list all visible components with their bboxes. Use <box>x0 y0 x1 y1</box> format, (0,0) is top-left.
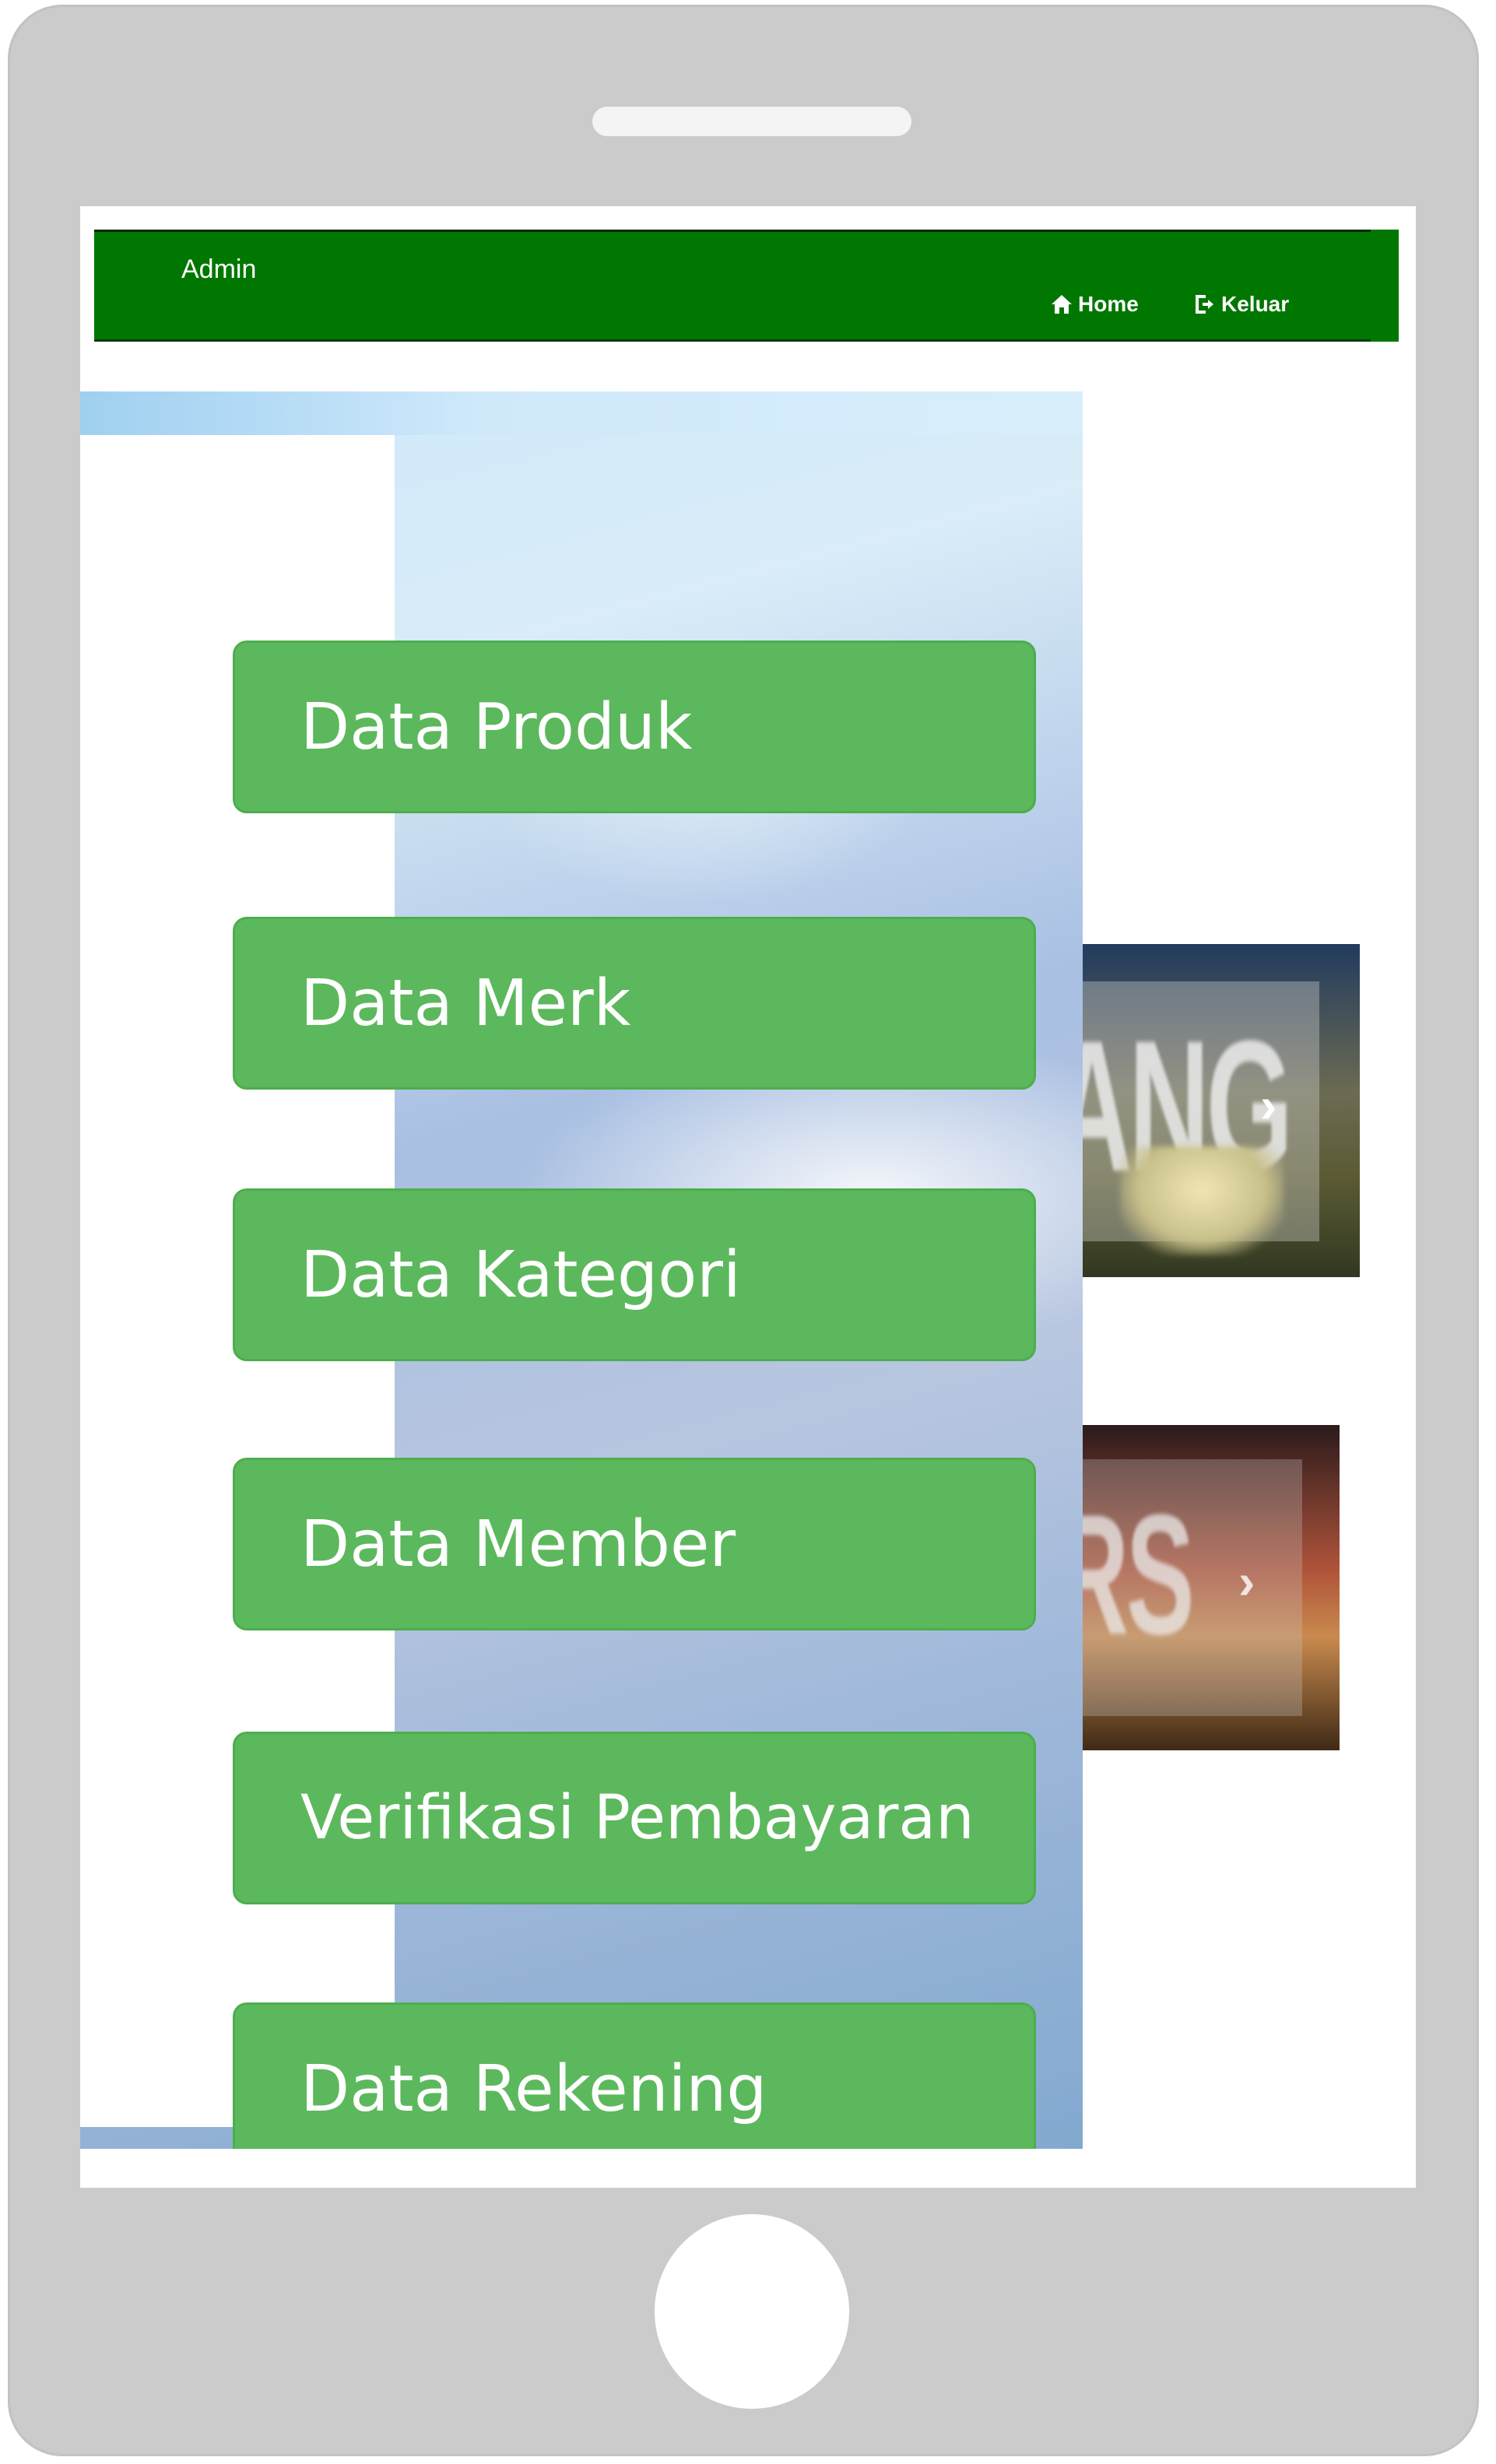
verifikasi-pembayaran-button[interactable]: Verifikasi Pembayaran <box>233 1732 1036 1904</box>
admin-menu-panel: Data Produk Data Merk Data Kategori Data… <box>80 391 1083 2149</box>
home-link[interactable]: Home <box>1050 292 1139 317</box>
phone-frame: Admin Home Keluar ANG › S › Data Produk … <box>8 5 1479 2456</box>
phone-speaker <box>592 107 911 136</box>
navbar-bottom-border <box>94 339 1371 342</box>
logout-link[interactable]: Keluar <box>1193 292 1289 317</box>
phone-screen: Admin Home Keluar ANG › S › Data Produk … <box>80 206 1416 2188</box>
home-icon <box>1050 293 1073 316</box>
navbar-top-border <box>94 230 1371 232</box>
phone-home-button[interactable] <box>655 2214 849 2409</box>
carousel-slide: RS › <box>1073 1425 1340 1750</box>
data-produk-button[interactable]: Data Produk <box>233 641 1036 813</box>
slide-caption-text: RS <box>1073 1479 1195 1670</box>
navbar-brand[interactable]: Admin <box>181 254 256 285</box>
data-merk-button[interactable]: Data Merk <box>233 917 1036 1090</box>
data-member-button[interactable]: Data Member <box>233 1458 1036 1630</box>
logout-icon <box>1193 293 1217 316</box>
home-link-label: Home <box>1078 292 1139 316</box>
carousel-slide: ANG › <box>1073 944 1360 1277</box>
data-rekening-button[interactable]: Data Rekening <box>233 2002 1036 2149</box>
top-navbar: Admin Home Keluar <box>94 230 1399 342</box>
next-slide-arrow[interactable]: › <box>1260 1076 1277 1134</box>
logout-link-label: Keluar <box>1221 292 1290 316</box>
panel-top-strip <box>80 391 1083 435</box>
data-kategori-button[interactable]: Data Kategori <box>233 1188 1036 1361</box>
slide-image-detail <box>1120 1146 1284 1255</box>
next-slide-arrow[interactable]: › <box>1238 1553 1255 1610</box>
